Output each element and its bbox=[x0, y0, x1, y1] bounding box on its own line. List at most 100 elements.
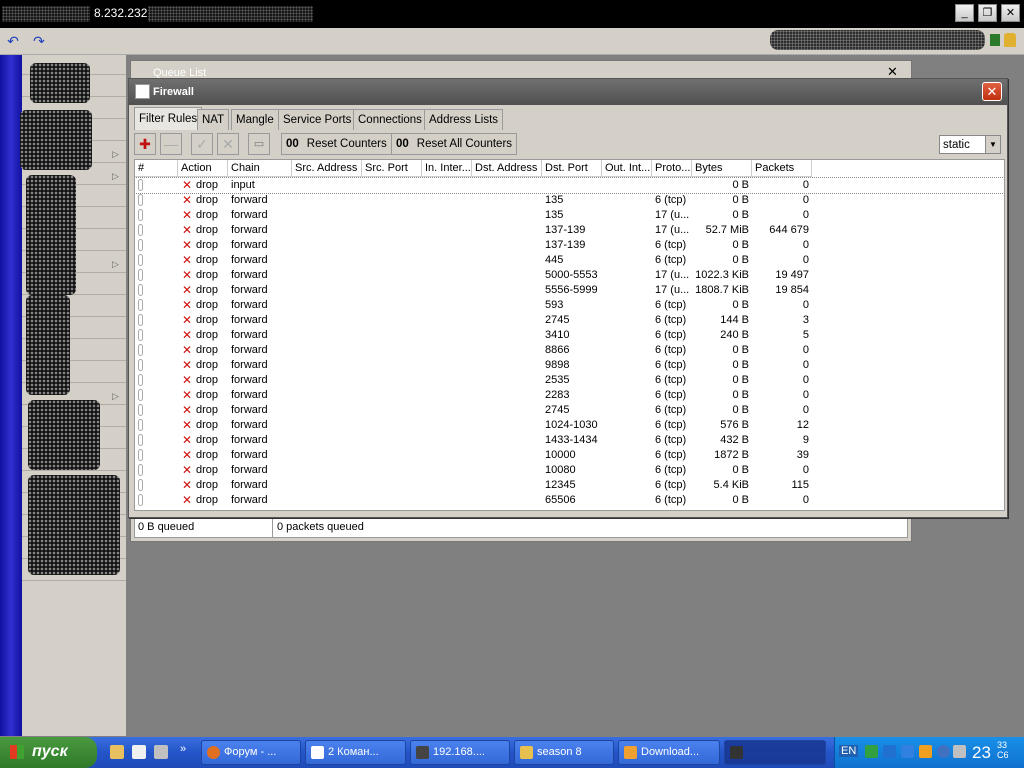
undo-icon[interactable]: ↶ bbox=[3, 31, 23, 51]
tab-connections[interactable]: Connections bbox=[353, 109, 427, 130]
column-header-bytes[interactable]: Bytes bbox=[692, 160, 752, 177]
table-row[interactable]: ✕ drop forward 5000-5553 17 (u... 1022.3 KiB 1… bbox=[135, 268, 1004, 283]
task-download[interactable]: Download... bbox=[618, 740, 720, 765]
side-banner bbox=[0, 55, 22, 736]
window-menu-icon[interactable] bbox=[135, 84, 150, 99]
column-header-dst-address[interactable]: Dst. Address bbox=[472, 160, 542, 177]
table-row[interactable]: ✕ drop forward 10000 6 (tcp) 1872 B 39 bbox=[135, 448, 1004, 463]
redo-icon[interactable]: ↷ bbox=[29, 31, 49, 51]
cell-action: drop bbox=[196, 239, 219, 251]
firewall-window: Firewall ✕ Filter Rules NAT Mangle Servi… bbox=[128, 78, 1008, 518]
table-row[interactable]: ✕ drop forward 5556-5999 17 (u... 1808.7 KiB 1… bbox=[135, 283, 1004, 298]
task-season[interactable]: season 8 bbox=[514, 740, 614, 765]
folder-icon bbox=[520, 746, 533, 759]
cell-packets: 0 bbox=[802, 374, 809, 386]
tray-icon[interactable] bbox=[919, 745, 932, 758]
cell-dst-port: 3410 bbox=[545, 329, 570, 341]
cell-proto: 6 (tcp) bbox=[655, 434, 687, 446]
tray-icon[interactable] bbox=[953, 745, 966, 758]
column-header-in-interface[interactable]: In. Inter... bbox=[422, 160, 472, 177]
remove-icon[interactable]: — bbox=[160, 133, 182, 155]
tab-filter-rules[interactable]: Filter Rules bbox=[134, 107, 203, 130]
tab-mangle[interactable]: Mangle bbox=[231, 109, 279, 130]
tab-nat[interactable]: NAT bbox=[197, 109, 230, 130]
close-button[interactable]: ✕ bbox=[1001, 4, 1020, 22]
quicklaunch-icon[interactable] bbox=[132, 745, 146, 759]
table-row[interactable]: ✕ drop forward 2283 6 (tcp) 0 B 0 bbox=[135, 388, 1004, 403]
submenu-arrow-icon: ▷ bbox=[112, 391, 119, 401]
table-row[interactable]: ✕ drop forward 3410 6 (tcp) 240 B 5 bbox=[135, 328, 1004, 343]
cell-dst-port: 2745 bbox=[545, 404, 570, 416]
cell-chain: forward bbox=[231, 209, 268, 221]
column-header-protocol[interactable]: Proto... bbox=[652, 160, 692, 177]
task-winbox[interactable] bbox=[724, 740, 826, 765]
cell-packets: 5 bbox=[802, 329, 809, 341]
table-row[interactable]: ✕ drop forward 445 6 (tcp) 0 B 0 bbox=[135, 253, 1004, 268]
row-marker-icon bbox=[138, 344, 143, 356]
enable-icon[interactable]: ✓ bbox=[191, 133, 213, 155]
table-row[interactable]: ✕ drop forward 2745 6 (tcp) 144 B 3 bbox=[135, 313, 1004, 328]
chevron-down-icon[interactable]: ▼ bbox=[985, 136, 1000, 153]
tray-icon[interactable] bbox=[865, 745, 878, 758]
quicklaunch-icon[interactable] bbox=[110, 745, 124, 759]
table-row[interactable]: ✕ drop forward 1024-1030 6 (tcp) 576 B 12 bbox=[135, 418, 1004, 433]
reset-counters-button[interactable]: 00 Reset Counters bbox=[281, 133, 392, 155]
cell-action: drop bbox=[196, 359, 219, 371]
table-row[interactable]: ✕ drop forward 8866 6 (tcp) 0 B 0 bbox=[135, 343, 1004, 358]
table-row[interactable]: ✕ drop forward 10080 6 (tcp) 0 B 0 bbox=[135, 463, 1004, 478]
cell-dst-port: 2535 bbox=[545, 374, 570, 386]
column-header-out-interface[interactable]: Out. Int... bbox=[602, 160, 652, 177]
tray-icon[interactable] bbox=[901, 745, 914, 758]
table-row[interactable]: ✕ drop forward 12345 6 (tcp) 5.4 KiB 115 bbox=[135, 478, 1004, 493]
column-header-action[interactable]: Action bbox=[178, 160, 228, 177]
table-row[interactable]: ✕ drop forward 2745 6 (tcp) 0 B 0 bbox=[135, 403, 1004, 418]
quicklaunch-icon[interactable] bbox=[154, 745, 168, 759]
tab-address-lists[interactable]: Address Lists bbox=[424, 109, 504, 130]
cell-proto: 6 (tcp) bbox=[655, 194, 687, 206]
start-button[interactable]: пуск bbox=[0, 737, 97, 768]
table-row[interactable]: ✕ drop forward 9898 6 (tcp) 0 B 0 bbox=[135, 358, 1004, 373]
table-row[interactable]: ✕ drop forward 2535 6 (tcp) 0 B 0 bbox=[135, 373, 1004, 388]
table-row[interactable]: ✕ drop forward 135 6 (tcp) 0 B 0 bbox=[135, 193, 1004, 208]
minimize-button[interactable]: _ bbox=[955, 4, 974, 22]
column-header-packets[interactable]: Packets bbox=[752, 160, 812, 177]
redacted-menu-items bbox=[26, 175, 76, 295]
firewall-title-bar[interactable]: Firewall ✕ bbox=[129, 79, 1007, 105]
table-row[interactable]: ✕ drop forward 593 6 (tcp) 0 B 0 bbox=[135, 298, 1004, 313]
rule-type-select[interactable]: static ▼ bbox=[939, 135, 1001, 154]
column-header-src-address[interactable]: Src. Address bbox=[292, 160, 362, 177]
table-row[interactable]: ✕ drop input 0 B 0 bbox=[135, 177, 1004, 194]
reset-all-counters-button[interactable]: 00 Reset All Counters bbox=[391, 133, 518, 155]
column-header-src-port[interactable]: Src. Port bbox=[362, 160, 422, 177]
table-row[interactable]: ✕ drop forward 1433-1434 6 (tcp) 432 B 9 bbox=[135, 433, 1004, 448]
cell-bytes: 5.4 KiB bbox=[713, 479, 749, 491]
tab-service-ports[interactable]: Service Ports bbox=[278, 109, 357, 130]
submenu-arrow-icon: ▷ bbox=[112, 259, 119, 269]
table-row[interactable]: ✕ drop forward 135 17 (u... 0 B 0 bbox=[135, 208, 1004, 223]
cell-chain: forward bbox=[231, 374, 268, 386]
table-row[interactable]: ✕ drop forward 137-139 6 (tcp) 0 B 0 bbox=[135, 238, 1004, 253]
disable-icon[interactable]: ✕ bbox=[217, 133, 239, 155]
task-forum[interactable]: Форум - ... bbox=[201, 740, 301, 765]
cell-packets: 19 497 bbox=[775, 269, 809, 281]
column-header-chain[interactable]: Chain bbox=[228, 160, 292, 177]
table-row[interactable]: ✕ drop forward 137-139 17 (u... 52.7 MiB 644 6… bbox=[135, 223, 1004, 238]
language-indicator[interactable]: EN bbox=[839, 745, 859, 757]
table-row[interactable]: ✕ drop forward 65506 6 (tcp) 0 B 0 bbox=[135, 493, 1004, 508]
tray-icon[interactable] bbox=[883, 745, 896, 758]
maximize-button[interactable]: ❐ bbox=[978, 4, 997, 22]
row-marker-icon bbox=[138, 419, 143, 431]
cell-chain: input bbox=[231, 179, 255, 191]
comment-icon[interactable]: ▭ bbox=[248, 133, 270, 155]
firewall-close-button[interactable]: ✕ bbox=[982, 82, 1002, 101]
task-command[interactable]: 2 Коман... bbox=[305, 740, 406, 765]
add-icon[interactable]: ✚ bbox=[134, 133, 156, 155]
more-icon[interactable]: » bbox=[180, 743, 186, 755]
column-header-hash[interactable]: # bbox=[135, 160, 178, 177]
left-menu: ▷ ▷ ▷ ▷ bbox=[20, 55, 126, 736]
drop-action-icon: ✕ bbox=[182, 418, 193, 432]
cell-chain: forward bbox=[231, 434, 268, 446]
column-header-dst-port[interactable]: Dst. Port bbox=[542, 160, 602, 177]
task-remote[interactable]: 192.168.... bbox=[410, 740, 510, 765]
tray-icon[interactable] bbox=[937, 745, 950, 758]
